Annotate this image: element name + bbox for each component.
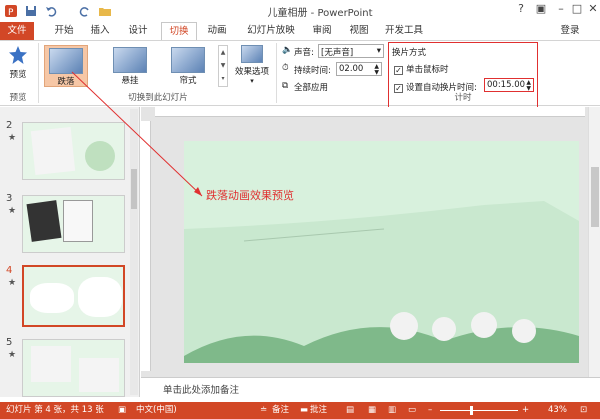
zoom-out-icon[interactable]: –	[428, 402, 432, 419]
sorter-view-icon[interactable]: ▦	[368, 402, 376, 419]
annotation-arrow	[71, 71, 203, 197]
notes-icon: ≐	[260, 405, 268, 415]
spellcheck-icon[interactable]: ▣	[118, 402, 126, 419]
comments-icon: ▬	[300, 405, 309, 415]
zoom-in-icon[interactable]: +	[522, 402, 529, 419]
zoom-slider[interactable]	[440, 410, 518, 411]
annotation-text: 跌落动画效果预览	[206, 189, 294, 202]
language-indicator[interactable]: 中文(中国)	[136, 402, 177, 419]
fit-window-icon[interactable]: ⊡	[580, 402, 587, 419]
status-bar: 幻灯片 第 4 张，共 13 张 ▣ 中文(中国) ≐ 备注 ▬ 批注 ▤ ▦ …	[0, 402, 600, 419]
normal-view-icon[interactable]: ▤	[346, 402, 354, 419]
zoom-level[interactable]: 43%	[548, 402, 567, 419]
zoom-slider-thumb[interactable]	[470, 406, 473, 415]
notes-toggle[interactable]: 备注	[272, 402, 289, 419]
reading-view-icon[interactable]: ▥	[388, 402, 396, 419]
comments-toggle[interactable]: 批注	[310, 402, 327, 419]
slideshow-view-icon[interactable]: ▭	[408, 402, 416, 419]
notes-pane[interactable]: 单击此处添加备注	[141, 377, 600, 397]
slide-info: 幻灯片 第 4 张，共 13 张	[6, 405, 104, 415]
